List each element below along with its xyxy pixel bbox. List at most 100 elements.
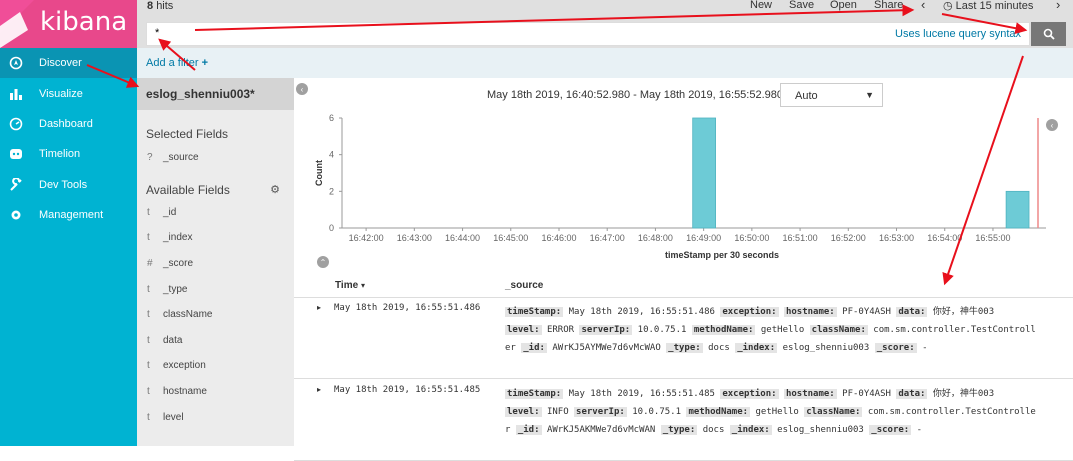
search-input[interactable] [155,27,655,39]
source-field-value: 10.0.75.1 [632,407,682,417]
gear-icon[interactable]: ⚙ [270,183,280,196]
source-field-key: timeStamp: [505,389,564,399]
field-name: className [163,309,213,321]
time-column-header[interactable]: Time ▾ [335,280,365,291]
source-field-value: AWrKJ5AYMWe7d6vMcWAO [552,343,661,353]
x-tick-label: 16:49:00 [686,233,721,243]
filter-bar: Add a filter + [137,48,1073,78]
x-tick-label: 16:43:00 [397,233,432,243]
interval-select[interactable]: Auto ▼ [780,83,883,107]
field-item[interactable]: t data [137,328,294,354]
search-bar: Uses lucene query syntax [146,22,1030,46]
collapse-sidebar-icon[interactable]: ‹ [296,83,308,95]
source-field-key: hostname: [783,307,837,317]
expand-row-icon[interactable]: ▸ [317,385,321,394]
y-tick-label: 2 [329,186,334,196]
sidebar-item-dev-tools[interactable]: Dev Tools [0,170,137,200]
source-field-key: level: [505,407,542,417]
collapse-chart-icon[interactable]: ⌃ [317,256,329,268]
caret-down-icon: ▼ [865,90,874,100]
source-field-key: _score: [869,425,912,435]
y-tick-label: 0 [329,223,334,233]
prev-time-button[interactable]: ‹ [921,0,925,12]
wrench-icon [9,177,23,192]
field-item[interactable]: t className [137,302,294,328]
available-fields-header: Available Fields ⚙ [146,182,280,197]
field-list: eslog_shenniu003* Selected Fields ? _sour… [137,78,294,446]
date-range: May 18th 2019, 16:40:52.980 - May 18th 2… [487,89,798,101]
dashboard-icon [9,117,23,131]
table-row[interactable]: ▸ May 18th 2019, 16:55:51.485 timeStamp: M… [294,381,1073,461]
row-source: timeStamp: May 18th 2019, 16:55:51.486 e… [505,303,1060,357]
open-button[interactable]: Open [830,0,857,11]
field-item[interactable]: ? _source [137,145,294,171]
kibana-logo-icon [0,0,34,48]
gear-icon [9,208,23,222]
next-time-button[interactable]: › [1056,0,1060,12]
source-field-value: PF-0Y4ASH [842,307,891,317]
field-item[interactable]: t level [137,404,294,430]
table-row[interactable]: ▸ May 18th 2019, 16:55:51.486 timeStamp: M… [294,299,1073,379]
share-button[interactable]: Share [874,0,903,11]
field-name: hostname [163,386,207,398]
source-field-key: _type: [660,425,698,435]
source-field-value: - [916,425,923,435]
sidebar-item-label: Timelion [39,148,81,161]
clock-icon: ◷ [943,0,953,12]
sidebar-item-dashboard[interactable]: Dashboard [0,109,137,139]
field-type-icon: # [147,258,153,270]
row-time: May 18th 2019, 16:55:51.485 [334,385,481,395]
sort-icon: ▾ [360,281,365,290]
sidebar: kibana Discover Visualize Dashboard Timelio… [0,0,137,446]
source-field-value: docs [708,343,730,353]
expand-row-icon[interactable]: ▸ [317,303,321,312]
x-tick-label: 16:51:00 [783,233,818,243]
sidebar-item-label: Discover [39,57,82,70]
source-field-key: data: [896,307,928,317]
sidebar-item-visualize[interactable]: Visualize [0,78,137,108]
lucene-syntax-link[interactable]: Uses lucene query syntax [895,28,1021,40]
source-field-key: hostname: [783,389,837,399]
source-field-value: 你好，神牛003 [932,307,995,317]
search-button[interactable] [1031,22,1066,46]
sidebar-item-label: Management [39,209,104,222]
field-item[interactable]: t _type [137,276,294,302]
field-item[interactable]: t exception [137,353,294,379]
source-field-key: serverIp: [579,325,633,335]
row-source: timeStamp: May 18th 2019, 16:55:51.485 e… [505,385,1060,439]
field-item[interactable]: t _index [137,225,294,251]
side-nav: Discover Visualize Dashboard Timelion Dev To… [0,48,137,446]
sidebar-item-management[interactable]: Management [0,200,137,230]
field-type-icon: t [147,283,150,295]
add-filter-button[interactable]: Add a filter + [146,57,208,69]
search-icon [1043,28,1055,40]
time-picker[interactable]: ◷ Last 15 minutes [943,0,1033,12]
sidebar-item-label: Dashboard [39,117,93,130]
field-item[interactable]: t hostname [137,379,294,405]
x-tick-label: 16:54:00 [927,233,962,243]
source-field-value: eslog_shenniu003 [782,343,870,353]
new-button[interactable]: New [750,0,772,11]
source-field-value: getHello [760,325,805,335]
kibana-logo[interactable]: kibana [0,0,137,48]
field-item[interactable]: # _score [137,251,294,277]
field-name: _source [163,152,199,164]
sidebar-item-discover[interactable]: Discover [0,48,137,79]
toggle-legend-icon[interactable]: ‹ [1046,119,1058,131]
source-field-key: exception: [720,389,779,399]
x-tick-label: 16:52:00 [831,233,866,243]
save-button[interactable]: Save [789,0,814,11]
sidebar-item-timelion[interactable]: Timelion [0,139,137,169]
field-name: level [163,411,184,423]
source-column-header: _source [505,280,544,291]
bar-chart-icon [9,87,23,101]
index-pattern-name[interactable]: eslog_shenniu003* [137,78,294,110]
source-field-key: className: [809,325,868,335]
field-type-icon: t [147,309,150,321]
y-tick-label: 6 [329,113,334,123]
hits-count: 8 hits [147,0,174,12]
field-item[interactable]: t _id [137,200,294,226]
field-type-icon: t [147,232,150,244]
histogram-chart: 0 2 4 6 16:42:00 16:43:00 16:44:00 16:45:00 16:4… [314,113,1046,260]
sidebar-item-label: Dev Tools [39,178,88,191]
